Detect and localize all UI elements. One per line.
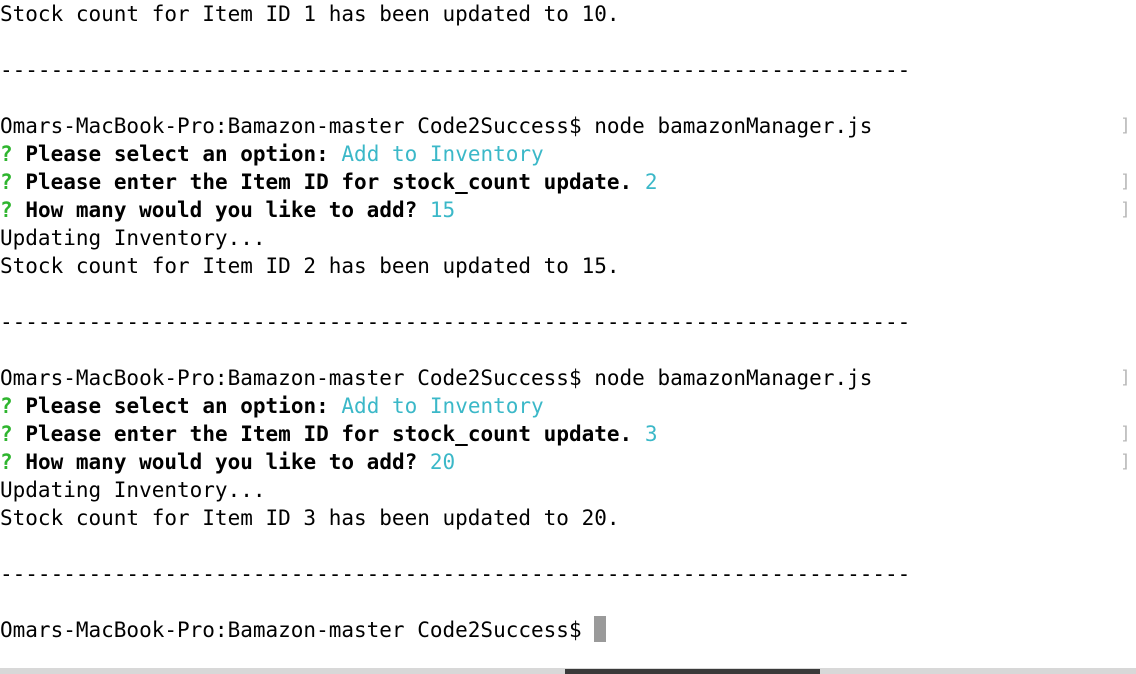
prompt-line: ? How many would you like to add? 15 xyxy=(0,196,455,224)
shell-prompt: Omars-MacBook-Pro:Bamazon-master Code2Su… xyxy=(0,618,582,642)
question-mark-icon: ? xyxy=(0,170,13,194)
command-line: Omars-MacBook-Pro:Bamazon-master Code2Su… xyxy=(0,112,872,140)
terminal-window[interactable]: Stock count for Item ID 1 has been updat… xyxy=(0,0,1136,674)
result-text: Stock count for Item ID 1 has been updat… xyxy=(0,2,620,26)
question-text: How many would you like to add? xyxy=(25,198,418,222)
separator-text: ----------------------------------------… xyxy=(0,562,911,586)
block-cursor-icon[interactable] xyxy=(594,616,607,642)
separator-line: ----------------------------------------… xyxy=(0,560,910,588)
command-text: node bamazonManager.js xyxy=(594,366,873,390)
question-mark-icon: ? xyxy=(0,198,13,222)
prompt-line: ? Please enter the Item ID for stock_cou… xyxy=(0,168,658,196)
separator-line: ----------------------------------------… xyxy=(0,308,910,336)
active-prompt-line[interactable]: Omars-MacBook-Pro:Bamazon-master Code2Su… xyxy=(0,616,607,644)
question-text: Please select an option: xyxy=(25,394,329,418)
shell-prompt: Omars-MacBook-Pro:Bamazon-master Code2Su… xyxy=(0,114,582,138)
result-text: Stock count for Item ID 2 has been updat… xyxy=(0,254,620,278)
output-line: Stock count for Item ID 2 has been updat… xyxy=(0,252,620,280)
question-mark-icon: ? xyxy=(0,422,13,446)
output-line: Updating Inventory... xyxy=(0,224,266,252)
answer-text: Add to Inventory xyxy=(341,394,544,418)
question-text: Please select an option: xyxy=(25,142,329,166)
answer-text: 3 xyxy=(644,422,658,446)
background-window-strip xyxy=(565,669,820,674)
answer-text: Add to Inventory xyxy=(341,142,544,166)
separator-text: ----------------------------------------… xyxy=(0,310,911,334)
output-line: Stock count for Item ID 1 has been updat… xyxy=(0,0,620,28)
command-line: Omars-MacBook-Pro:Bamazon-master Code2Su… xyxy=(0,364,872,392)
result-text: Stock count for Item ID 3 has been updat… xyxy=(0,506,620,530)
command-text: node bamazonManager.js xyxy=(594,114,873,138)
question-text: Please enter the Item ID for stock_count… xyxy=(25,422,633,446)
prompt-line: ? Please select an option: Add to Invent… xyxy=(0,140,544,168)
separator-line: ----------------------------------------… xyxy=(0,56,910,84)
status-text: Updating Inventory... xyxy=(0,478,266,502)
answer-text: 15 xyxy=(429,198,456,222)
line-marker-icon: ] xyxy=(1120,115,1131,136)
output-line: Updating Inventory... xyxy=(0,476,266,504)
line-marker-icon: ] xyxy=(1120,451,1131,472)
prompt-line: ? How many would you like to add? 20 xyxy=(0,448,455,476)
line-marker-icon: ] xyxy=(1120,367,1131,388)
line-marker-icon: ] xyxy=(1120,423,1131,444)
question-text: How many would you like to add? xyxy=(25,450,418,474)
question-mark-icon: ? xyxy=(0,450,13,474)
line-marker-icon: ] xyxy=(1120,199,1131,220)
question-mark-icon: ? xyxy=(0,142,13,166)
output-line: Stock count for Item ID 3 has been updat… xyxy=(0,504,620,532)
question-text: Please enter the Item ID for stock_count… xyxy=(25,170,633,194)
question-mark-icon: ? xyxy=(0,394,13,418)
prompt-line: ? Please select an option: Add to Invent… xyxy=(0,392,544,420)
line-marker-icon: ] xyxy=(1120,171,1131,192)
prompt-line: ? Please enter the Item ID for stock_cou… xyxy=(0,420,658,448)
separator-text: ----------------------------------------… xyxy=(0,58,911,82)
shell-prompt: Omars-MacBook-Pro:Bamazon-master Code2Su… xyxy=(0,366,582,390)
status-text: Updating Inventory... xyxy=(0,226,266,250)
answer-text: 20 xyxy=(429,450,456,474)
answer-text: 2 xyxy=(644,170,658,194)
